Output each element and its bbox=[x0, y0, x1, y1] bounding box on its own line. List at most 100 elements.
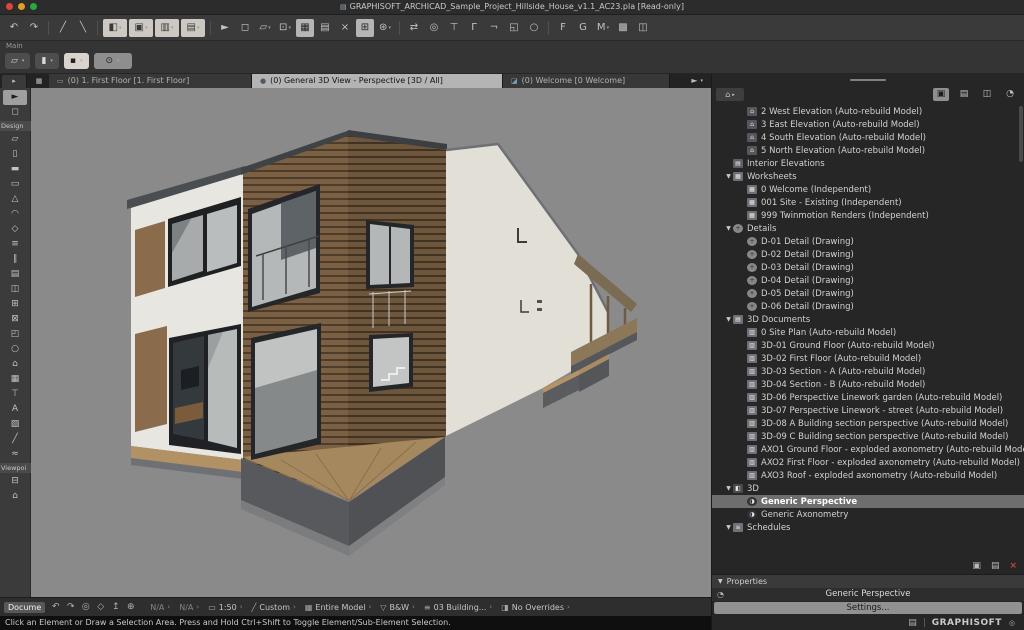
zoom-fit-icon[interactable]: ◎ bbox=[78, 602, 93, 612]
position-value[interactable]: N/A› bbox=[150, 603, 170, 612]
slab-tool[interactable]: ▭ bbox=[3, 177, 27, 192]
back-icon[interactable]: ↶ bbox=[48, 602, 63, 612]
close-panel-button[interactable]: × bbox=[1009, 561, 1017, 571]
favorites-picker-button[interactable]: ◧▾ bbox=[103, 19, 127, 37]
forward-icon[interactable]: ↷ bbox=[63, 602, 78, 612]
find-select-icon[interactable]: ◎ bbox=[425, 19, 443, 37]
zoom-icon[interactable]: G bbox=[574, 19, 592, 37]
view-map-icon[interactable]: ▣ bbox=[933, 88, 949, 101]
window-tool[interactable]: ⊞ bbox=[3, 297, 27, 312]
tab-welcome[interactable]: ◪(0) Welcome [0 Welcome] bbox=[503, 74, 670, 88]
pen-picker-button[interactable]: ▥▾ bbox=[155, 19, 179, 37]
tab-3d-perspective[interactable]: ●(0) General 3D View - Perspective [3D /… bbox=[252, 74, 503, 88]
pen-color-picker[interactable]: ▪▾ bbox=[64, 53, 89, 69]
tree-item[interactable]: ▥3D-08 A Building section perspective (A… bbox=[712, 417, 1024, 430]
tree-item[interactable]: ▼+Details bbox=[712, 222, 1024, 235]
tree-item[interactable]: ◑Generic Axonometry bbox=[712, 508, 1024, 521]
grid-display-icon[interactable]: ▤ bbox=[316, 19, 334, 37]
shell-tool[interactable]: ◠ bbox=[3, 207, 27, 222]
tree-item[interactable]: +D-05 Detail (Drawing) bbox=[712, 287, 1024, 300]
print-icon[interactable]: ▤ bbox=[908, 618, 917, 628]
mirror-icon[interactable]: ⇄ bbox=[405, 19, 423, 37]
orbit-icon[interactable]: ◇ bbox=[93, 602, 108, 612]
tree-item[interactable]: ▥AXO1 Ground Floor - exploded axonometry… bbox=[712, 443, 1024, 456]
tree-item[interactable]: ▦0 Welcome (Independent) bbox=[712, 183, 1024, 196]
zone-tool[interactable]: ⌂ bbox=[3, 357, 27, 372]
tree-item[interactable]: ▦999 Twinmotion Renders (Independent) bbox=[712, 209, 1024, 222]
label-icon[interactable]: ○ bbox=[525, 19, 543, 37]
remove-icon[interactable]: × bbox=[336, 19, 354, 37]
inject-parameters-icon[interactable]: ╲ bbox=[74, 19, 92, 37]
tree-item[interactable]: ◑Generic Perspective bbox=[712, 495, 1024, 508]
tree-item[interactable]: ▦001 Site - Existing (Independent) bbox=[712, 196, 1024, 209]
layer-picker-button[interactable]: ▣▾ bbox=[129, 19, 153, 37]
dimension-tool[interactable]: ⊤ bbox=[3, 387, 27, 402]
snap-guides-toggle[interactable]: ⊞ bbox=[356, 19, 374, 37]
marquee-tool-icon[interactable]: ◻ bbox=[236, 19, 254, 37]
tree-item[interactable]: +D-02 Detail (Drawing) bbox=[712, 248, 1024, 261]
tree-item[interactable]: +D-04 Detail (Drawing) bbox=[712, 274, 1024, 287]
height-picker[interactable]: ▮▾ bbox=[35, 53, 58, 69]
project-chooser-button[interactable]: ⌂▸ bbox=[716, 88, 744, 101]
3d-viewport[interactable] bbox=[31, 88, 711, 597]
tree-item[interactable]: ▥0 Site Plan (Auto-rebuild Model) bbox=[712, 326, 1024, 339]
tree-item[interactable]: ▥3D-07 Perspective Linework - street (Au… bbox=[712, 404, 1024, 417]
tree-item[interactable]: +D-03 Detail (Drawing) bbox=[712, 261, 1024, 274]
pen-set-select[interactable]: ╱Custom› bbox=[252, 603, 296, 612]
tree-item[interactable]: ▼≡Schedules bbox=[712, 521, 1024, 534]
arrow-tool[interactable]: ► bbox=[3, 90, 27, 105]
tree-scrollbar[interactable] bbox=[1019, 106, 1023, 162]
look-to-icon[interactable]: ↥ bbox=[108, 602, 123, 612]
roof-tool[interactable]: △ bbox=[3, 192, 27, 207]
graphic-override-select[interactable]: ◨No Overrides› bbox=[501, 603, 570, 612]
line-tool[interactable]: ╱ bbox=[3, 432, 27, 447]
tree-item[interactable]: ▥3D-06 Perspective Linework garden (Auto… bbox=[712, 391, 1024, 404]
fill-picker-button[interactable]: ▤▾ bbox=[181, 19, 205, 37]
publisher-icon[interactable]: ◔ bbox=[1002, 88, 1018, 101]
tree-item[interactable]: ▥3D-01 Ground Floor (Auto-rebuild Model) bbox=[712, 339, 1024, 352]
tree-item[interactable]: ⌂4 South Elevation (Auto-rebuild Model) bbox=[712, 131, 1024, 144]
lamp-tool[interactable]: ○ bbox=[3, 342, 27, 357]
tree-item[interactable]: ⌂3 East Elevation (Auto-rebuild Model) bbox=[712, 118, 1024, 131]
navigate-button[interactable]: M▾ bbox=[594, 19, 612, 37]
tree-item[interactable]: ▥AXO2 First Floor - exploded axonometry … bbox=[712, 456, 1024, 469]
layouts-icon[interactable]: ▩ bbox=[614, 19, 632, 37]
wall-tool[interactable]: ▱ bbox=[3, 132, 27, 147]
curtain-wall-tool[interactable]: ▤ bbox=[3, 267, 27, 282]
popup-navigator-button[interactable]: ▦ bbox=[31, 75, 47, 88]
tab-overflow-button[interactable]: ▸ bbox=[2, 75, 27, 88]
project-map-icon[interactable]: ▤ bbox=[956, 88, 972, 101]
tree-item[interactable]: ▥3D-04 Section - B (Auto-rebuild Model) bbox=[712, 378, 1024, 391]
tree-item[interactable]: ▥AXO3 Roof - exploded axonometry (Auto-r… bbox=[712, 469, 1024, 482]
redo-icon[interactable]: ↷ bbox=[25, 19, 43, 37]
grid-snap-toggle[interactable]: ▦ bbox=[296, 19, 314, 37]
settings-button[interactable]: Settings... bbox=[714, 602, 1022, 614]
door-tool[interactable]: ◫ bbox=[3, 282, 27, 297]
dimension-standard-select[interactable]: ≡03 Building...› bbox=[424, 603, 492, 612]
marquee-tool[interactable]: ◻ bbox=[3, 105, 27, 120]
model-filter-select[interactable]: ▦Entire Model› bbox=[305, 603, 371, 612]
renovation-filter-picker[interactable]: ⊙▾ bbox=[94, 53, 132, 69]
tree-item[interactable]: +D-06 Detail (Drawing) bbox=[712, 300, 1024, 313]
publish-icon[interactable]: ◫ bbox=[634, 19, 652, 37]
skylight-tool[interactable]: ⊠ bbox=[3, 312, 27, 327]
layout-book-icon[interactable]: ◫ bbox=[979, 88, 995, 101]
spline-tool[interactable]: ≈ bbox=[3, 447, 27, 462]
tree-item[interactable]: ▥3D-03 Section - A (Auto-rebuild Model) bbox=[712, 365, 1024, 378]
tree-item[interactable]: ▼▦Worksheets bbox=[712, 170, 1024, 183]
radial-dimension-icon[interactable]: ¬ bbox=[485, 19, 503, 37]
section-tool[interactable]: ⊟ bbox=[3, 474, 27, 489]
zoom-in-icon[interactable]: ⊕ bbox=[123, 602, 138, 612]
tree-item[interactable]: ⌂2 West Elevation (Auto-rebuild Model) bbox=[712, 105, 1024, 118]
tab-first-floor[interactable]: ▭(0) 1. First Floor [1. First Floor] bbox=[49, 74, 252, 88]
save-current-view-button[interactable]: ▣ bbox=[972, 561, 981, 571]
tree-item[interactable]: ▥3D-09 C Building section perspective (A… bbox=[712, 430, 1024, 443]
fit-in-window-icon[interactable]: F bbox=[554, 19, 572, 37]
new-folder-button[interactable]: ▤ bbox=[991, 561, 1000, 571]
tree-item[interactable]: ▥3D-02 First Floor (Auto-rebuild Model) bbox=[712, 352, 1024, 365]
fill-tool[interactable]: ▨ bbox=[3, 417, 27, 432]
tool-default-picker[interactable]: ▱▾ bbox=[5, 53, 30, 69]
level-dimension-icon[interactable]: ◱ bbox=[505, 19, 523, 37]
snap-settings-button[interactable]: ⊛▾ bbox=[376, 19, 394, 37]
morph-tool[interactable]: ◇ bbox=[3, 222, 27, 237]
